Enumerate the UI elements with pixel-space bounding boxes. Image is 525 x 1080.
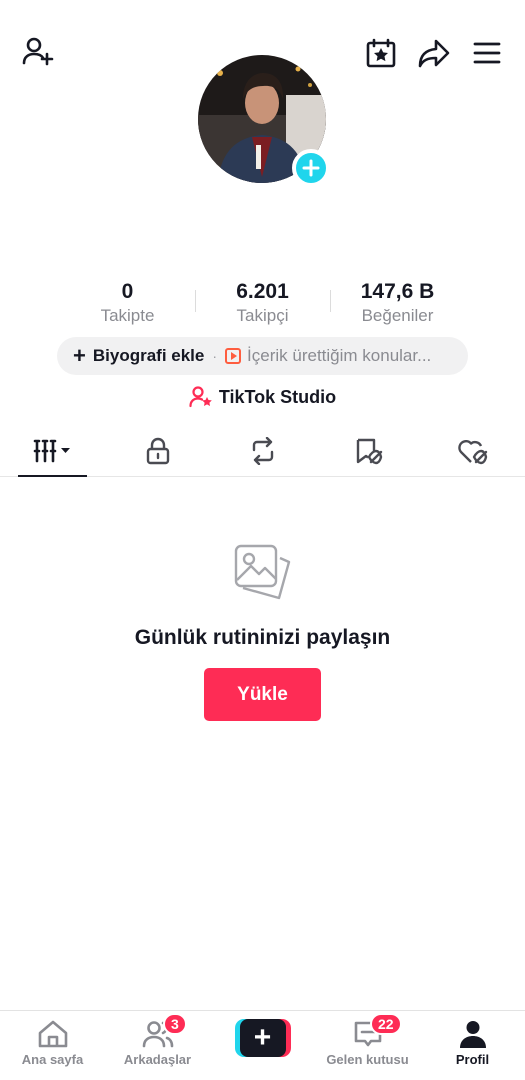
profile-icon: [459, 1021, 486, 1048]
nav-inbox-label: Gelen kutusu: [326, 1052, 409, 1067]
nav-profile-label: Profil: [455, 1052, 490, 1067]
likes-stat[interactable]: 147,6 B Beğeniler: [330, 280, 465, 330]
add-bio-plus-icon[interactable]: +: [73, 345, 86, 367]
empty-state: Günlük rutininizi paylaşın Yükle: [0, 540, 525, 721]
content-topics-button[interactable]: İçerik ürettiğim konular...: [247, 346, 431, 366]
tab-private[interactable]: [105, 425, 210, 476]
nav-profile[interactable]: Profil: [420, 1011, 525, 1080]
menu-icon[interactable]: [470, 38, 504, 68]
following-stat[interactable]: 0 Takipte: [60, 280, 195, 330]
profile-stats: 0 Takipte 6.201 Takipçi 147,6 B Beğenile…: [60, 280, 465, 330]
inbox-badge: 22: [370, 1013, 402, 1035]
nav-inbox[interactable]: 22 Gelen kutusu: [315, 1011, 420, 1080]
add-friend-icon[interactable]: [18, 34, 56, 70]
nav-home-label: Ana sayfa: [21, 1052, 84, 1067]
followers-stat[interactable]: 6.201 Takipçi: [195, 280, 330, 330]
studio-person-star-icon: [189, 386, 212, 408]
followers-label: Takipçi: [236, 306, 289, 325]
upload-button[interactable]: Yükle: [204, 668, 321, 721]
tab-liked[interactable]: [420, 425, 525, 476]
friends-badge: 3: [163, 1013, 187, 1035]
bio-bar: + Biyografi ekle · İçerik ürettiğim konu…: [57, 337, 468, 375]
following-label: Takipte: [100, 306, 155, 325]
nav-home[interactable]: Ana sayfa: [0, 1011, 105, 1080]
empty-state-title: Günlük rutininizi paylaşın: [134, 626, 391, 649]
likes-label: Beğeniler: [361, 306, 434, 325]
nav-create[interactable]: +: [210, 1011, 315, 1080]
calendar-star-icon[interactable]: [364, 36, 398, 70]
following-count: 0: [121, 280, 134, 303]
likes-count: 147,6 B: [360, 280, 435, 303]
lock-icon: [146, 437, 169, 464]
tab-favorites[interactable]: [315, 425, 420, 476]
plus-icon: +: [239, 1019, 286, 1057]
studio-label: TikTok Studio: [218, 386, 337, 407]
share-icon[interactable]: [416, 36, 452, 70]
repost-icon: [252, 436, 273, 465]
gallery-icon: [234, 544, 290, 600]
favorites-icon: [356, 438, 382, 464]
play-square-icon: [225, 348, 242, 364]
tiktok-studio-link[interactable]: TikTok Studio: [0, 386, 525, 408]
tab-reposts[interactable]: [210, 425, 315, 476]
home-icon: [38, 1020, 67, 1048]
tab-videos[interactable]: [0, 425, 105, 477]
create-button[interactable]: +: [234, 1019, 291, 1057]
add-bio-button[interactable]: Biyografi ekle: [93, 346, 205, 366]
grid-icon: [33, 439, 70, 462]
profile-tabs: [0, 425, 525, 477]
add-avatar-button[interactable]: [292, 149, 330, 187]
bio-separator: ·: [212, 348, 218, 364]
liked-icon: [457, 439, 487, 464]
followers-count: 6.201: [236, 280, 289, 303]
profile-avatar[interactable]: [198, 55, 330, 187]
nav-friends[interactable]: 3 Arkadaşlar: [105, 1011, 210, 1080]
nav-friends-label: Arkadaşlar: [123, 1052, 192, 1067]
bottom-nav: Ana sayfa 3 Arkadaşlar + 22 Gelen kutusu…: [0, 1010, 525, 1080]
